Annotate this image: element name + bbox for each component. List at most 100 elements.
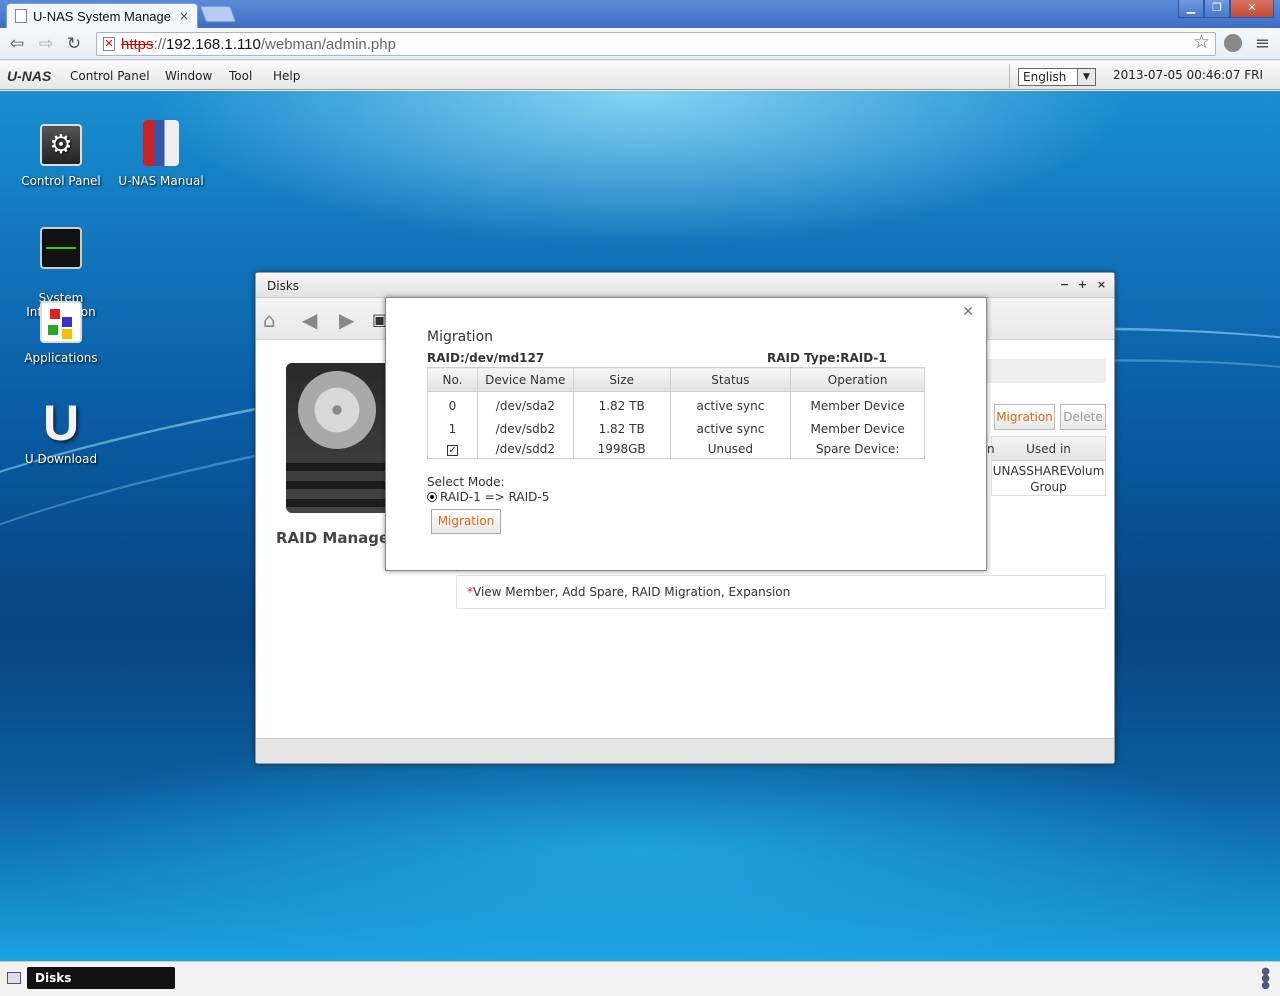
download-icon: U [42, 395, 80, 451]
window-close-icon[interactable]: × [1095, 279, 1108, 292]
panel-header-strip [986, 359, 1106, 383]
desktop-icon-label: Control Panel [21, 174, 101, 188]
language-select[interactable]: English ▼ [1018, 68, 1096, 86]
browser-tab[interactable]: U-NAS System Manage × [6, 3, 198, 28]
browser-menu-icon[interactable]: ≡ [1255, 33, 1270, 54]
window-titlebar[interactable]: Disks − + × [256, 273, 1114, 298]
cell-operation: Member Device [790, 417, 925, 441]
cell-size: 1.82 TB [572, 417, 671, 441]
menu-help[interactable]: Help [273, 69, 300, 83]
gear-icon: ⚙ [40, 124, 82, 166]
monitor-icon [40, 227, 82, 269]
table-row: 0 /dev/sda2 1.82 TB active sync Member D… [427, 391, 925, 418]
chevron-down-icon[interactable]: ▼ [1077, 69, 1095, 85]
mode-radio[interactable] [427, 492, 437, 502]
desktop-icon-manual[interactable]: U-NAS Manual [111, 120, 211, 188]
unas-logo: U-NAS [7, 68, 52, 84]
raid-list-table: Used in UNASSHAREVolum Group [991, 436, 1106, 496]
cell-size: 1.82 TB [572, 391, 671, 418]
tab-title: U-NAS System Manage [33, 8, 171, 24]
desktop-icon-u-download[interactable]: U U Download [11, 395, 111, 466]
nas-menubar: U-NAS Control Panel Window Tool Help Eng… [0, 61, 1280, 90]
system-clock: 2013-07-05 00:46:07 FRI [1113, 68, 1264, 82]
back-arrow-icon[interactable]: ◀ [302, 308, 317, 332]
cell-device: /dev/sdd2 [476, 440, 574, 459]
taskbar: Disks ● ● ● [0, 961, 1280, 996]
desktop-icon-control-panel[interactable]: ⚙ Control Panel [11, 124, 111, 188]
cell-size: 1998GB [572, 440, 671, 459]
select-mode-label: Select Mode: [427, 475, 505, 489]
raid-device: RAID:/dev/md127 [427, 351, 545, 365]
cell-device: /dev/sdb2 [476, 417, 574, 441]
used-in-value-line2: Group [1030, 480, 1067, 494]
dialog-title: Migration [427, 329, 494, 345]
mode-option[interactable]: RAID-1 => RAID-5 [427, 490, 549, 504]
language-value: English [1023, 70, 1067, 84]
cell-no: 0 [427, 391, 478, 418]
window-title: Disks [267, 279, 300, 293]
note-text: View Member, Add Spare, RAID Migration, … [473, 585, 791, 599]
forward-arrow-icon[interactable]: ▶ [339, 308, 354, 332]
menubar-divider [1009, 64, 1010, 88]
column-size: Size [572, 367, 671, 392]
column-no: No. [427, 367, 478, 392]
minimize-icon[interactable]: ▁ [1178, 0, 1204, 18]
table-row[interactable]: UNASSHAREVolum Group [992, 463, 1105, 495]
show-desktop-icon[interactable] [7, 972, 21, 984]
desktop-icon-applications[interactable]: Applications [11, 301, 111, 365]
browser-toolbar: ⇦ ⇨ ↻ ✕ https :// 192.168.1.110 /webman/… [0, 28, 1280, 60]
tab-close-icon[interactable]: × [179, 9, 189, 23]
url-protocol: https [121, 35, 154, 53]
insecure-lock-icon: ✕ [103, 37, 115, 51]
window-maximize-icon[interactable]: + [1076, 279, 1089, 292]
browser-tabstrip: U-NAS System Manage × ▁ ❐ ✕ [0, 0, 1280, 28]
cell-status: Unused [669, 440, 792, 459]
new-tab-button[interactable] [200, 6, 236, 22]
url-host: 192.168.1.110 [166, 35, 261, 53]
forward-icon[interactable]: ⇨ [35, 33, 57, 55]
menu-tool[interactable]: Tool [229, 69, 252, 83]
cell-operation: Member Device [790, 391, 925, 418]
home-icon[interactable]: ⌂ [263, 308, 276, 332]
spare-checkbox[interactable]: ✓ [446, 445, 458, 457]
column-used-in: Used in [992, 437, 1105, 461]
maximize-icon[interactable]: ❐ [1204, 0, 1230, 18]
hard-disk-image [286, 363, 390, 513]
desktop-icon-label: U-NAS Manual [118, 174, 204, 188]
migration-button[interactable]: Migration [994, 404, 1055, 430]
menu-control-panel[interactable]: Control Panel [70, 69, 150, 83]
used-in-value-line1: UNASSHAREVolum [992, 464, 1105, 478]
column-operation: Operation [790, 367, 925, 392]
cell-no: 1 [427, 417, 478, 441]
delete-button[interactable]: Delete [1060, 404, 1106, 430]
cell-device: /dev/sda2 [476, 391, 574, 418]
url-separator: :// [153, 35, 167, 53]
apps-icon [40, 301, 82, 343]
desktop-icon-label: U Download [24, 452, 98, 466]
close-window-icon[interactable]: ✕ [1230, 0, 1274, 18]
member-table: No. Device Name Size Status Operation 0 … [427, 367, 925, 459]
menu-window[interactable]: Window [165, 69, 212, 83]
cell-operation: Spare Device: [790, 440, 925, 459]
start-migration-button[interactable]: Migration [431, 509, 501, 534]
table-row: 1 /dev/sdb2 1.82 TB active sync Member D… [427, 417, 925, 441]
extension-icon[interactable] [1224, 34, 1242, 52]
mode-option-label: RAID-1 => RAID-5 [440, 490, 550, 504]
migration-dialog: ✕ Migration RAID:/dev/md127 RAID Type:RA… [385, 297, 987, 571]
cell-select: ✓ [427, 440, 478, 459]
window-minimize-icon[interactable]: − [1058, 279, 1071, 292]
url-path: /webman/admin.php [260, 35, 396, 53]
address-bar[interactable]: ✕ https :// 192.168.1.110 /webman/admin.… [96, 32, 1216, 56]
back-icon[interactable]: ⇦ [6, 33, 28, 55]
reload-icon[interactable]: ↻ [63, 33, 85, 55]
cell-status: active sync [669, 417, 792, 441]
dialog-close-icon[interactable]: ✕ [962, 304, 974, 320]
desktop-icon-label: Applications [24, 351, 98, 365]
taskbar-more-icon[interactable]: ● ● ● [1261, 967, 1270, 991]
bookmark-star-icon[interactable]: ☆ [1193, 31, 1210, 53]
raid-type: RAID Type:RAID-1 [767, 351, 887, 365]
taskbar-item-disks[interactable]: Disks [27, 967, 175, 989]
book-icon [143, 120, 179, 166]
column-status: Status [669, 367, 792, 392]
truncated-column-edge: n [987, 442, 995, 456]
